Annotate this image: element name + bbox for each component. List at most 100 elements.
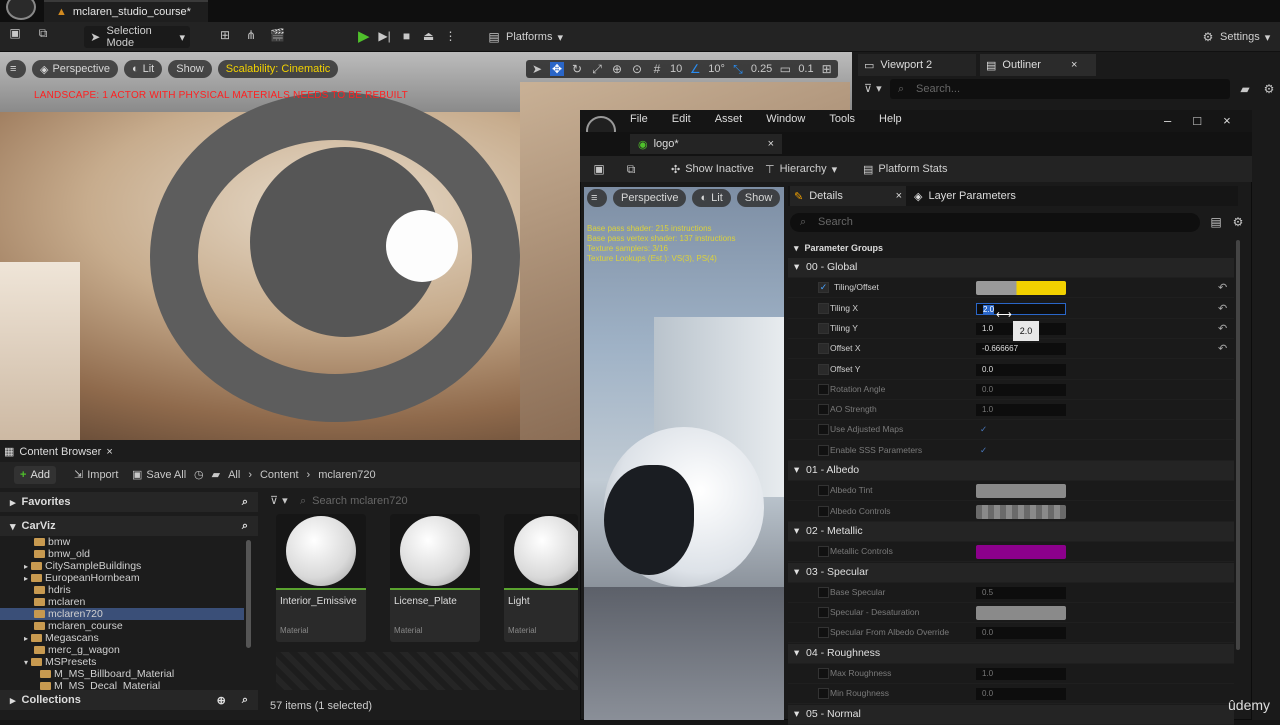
folder-add-icon[interactable]: ▰ xyxy=(1238,82,1252,96)
add-button[interactable]: + Add xyxy=(14,466,57,484)
settings-button[interactable]: ⚙ Settings ▾ xyxy=(1196,26,1275,48)
grid-icon[interactable]: # xyxy=(650,62,664,76)
asset-tile[interactable]: Light Material xyxy=(504,514,578,642)
folder-icon[interactable]: ▰ xyxy=(212,468,220,481)
override-checkbox[interactable] xyxy=(818,505,829,517)
search-icon[interactable]: ⌕ xyxy=(242,496,248,509)
scalability-button[interactable]: Scalability: Cinematic xyxy=(217,60,339,78)
parameter-row[interactable]: Offset X -0.666667 ↶ xyxy=(788,339,1234,360)
menu-asset[interactable]: Asset xyxy=(715,113,743,125)
color-swatch[interactable] xyxy=(976,606,1066,621)
override-checkbox[interactable] xyxy=(818,363,829,375)
close-icon[interactable]: × xyxy=(1223,113,1231,128)
parameter-group-row[interactable]: ▾ 00 - Global xyxy=(788,258,1234,278)
tab-details[interactable]: ✎ Details × xyxy=(790,186,906,206)
checkbox-checked-icon[interactable]: ✓ xyxy=(980,445,987,456)
parameter-row[interactable]: Enable SSS Parameters ✓ xyxy=(788,441,1234,461)
outliner-search-input[interactable]: ⌕ Search... xyxy=(890,79,1230,99)
reset-icon[interactable]: ↶ xyxy=(1218,281,1227,294)
override-checkbox[interactable] xyxy=(818,322,829,334)
override-checkbox[interactable] xyxy=(818,607,829,619)
camera-speed-icon[interactable]: ▭ xyxy=(778,62,792,76)
search-icon[interactable]: ⌕ xyxy=(242,694,248,707)
scale-snap-value[interactable]: 0.25 xyxy=(751,63,772,75)
parameter-value-input[interactable]: 0.5 xyxy=(976,586,1066,599)
save-icon[interactable]: ▣ xyxy=(8,26,22,40)
preview-perspective-button[interactable]: Perspective xyxy=(613,189,687,207)
hamburger-icon[interactable]: ≡ xyxy=(6,60,26,78)
parameter-row[interactable]: Specular - Desaturation xyxy=(788,603,1234,624)
selection-mode-button[interactable]: ➤ Selection Mode ▾ xyxy=(84,25,190,49)
collections-header[interactable]: ▸ Collections ⊕ ⌕ xyxy=(0,690,258,710)
more-icon[interactable]: ⋮ xyxy=(444,29,458,43)
parameter-row[interactable]: Use Adjusted Maps ✓ xyxy=(788,420,1234,441)
override-checkbox[interactable] xyxy=(818,668,829,679)
tree-item-mspresets[interactable]: ▾ MSPresets xyxy=(0,656,258,668)
parameter-value-input[interactable]: 0.0 xyxy=(976,383,1066,396)
parameter-value-input[interactable]: 2.0 xyxy=(976,302,1066,315)
asset-search-input[interactable]: ⌕ Search mclaren720 xyxy=(300,492,578,510)
color-swatch[interactable] xyxy=(976,504,1066,519)
parameter-groups-header[interactable]: ▾ Parameter Groups xyxy=(788,240,1238,256)
tab-layer-parameters[interactable]: ◈ Layer Parameters xyxy=(914,186,1054,206)
close-icon[interactable]: × xyxy=(896,190,902,202)
tree-item-hdris[interactable]: hdris xyxy=(0,584,258,596)
view-options-icon[interactable]: ▤ xyxy=(1209,215,1223,229)
asset-filter[interactable]: ⊽ ▾ xyxy=(270,494,288,507)
tree-item-decal-material[interactable]: M_MS_Decal_Material xyxy=(0,680,258,690)
tab-logo[interactable]: ◉ logo* × xyxy=(630,134,782,154)
menu-file[interactable]: File xyxy=(630,113,648,125)
scale-icon[interactable]: ⤢ xyxy=(590,62,604,76)
add-collection-icon[interactable]: ⊕ xyxy=(217,694,226,707)
tree-item-mclaren720[interactable]: mclaren720 xyxy=(0,608,244,620)
reset-icon[interactable]: ↶ xyxy=(1218,302,1227,315)
tree-scrollbar[interactable] xyxy=(246,540,251,648)
perspective-button[interactable]: ◈ Perspective xyxy=(32,60,118,78)
platform-stats-button[interactable]: ▤ Platform Stats xyxy=(858,158,952,180)
tree-item-europeanhornbeam[interactable]: ▸ EuropeanHornbeam xyxy=(0,572,258,584)
eject-icon[interactable]: ⏏ xyxy=(422,29,436,43)
tree-item-megascans[interactable]: ▸ Megascans xyxy=(0,632,258,644)
parameter-group-row[interactable]: ▾ 02 - Metallic xyxy=(788,521,1234,542)
parameter-row[interactable]: Metallic Controls xyxy=(788,542,1234,563)
override-checkbox[interactable] xyxy=(818,343,829,355)
asset-tile[interactable]: License_Plate Material xyxy=(390,514,480,642)
blueprint-icon[interactable]: ⋔ xyxy=(244,28,258,42)
override-checkbox[interactable] xyxy=(818,383,829,395)
parameter-row[interactable]: Albedo Tint xyxy=(788,481,1234,502)
rotate-icon[interactable]: ↻ xyxy=(570,62,584,76)
step-icon[interactable]: ▶| xyxy=(378,29,392,43)
menu-window[interactable]: Window xyxy=(766,113,805,125)
menu-tools[interactable]: Tools xyxy=(829,113,855,125)
platforms-button[interactable]: ▤ Platforms ▾ xyxy=(482,26,568,48)
parameter-value-input[interactable]: 1.0 xyxy=(976,404,1066,417)
stop-icon[interactable]: ■ xyxy=(400,29,414,43)
add-actor-icon[interactable]: ⊞ xyxy=(218,28,232,42)
gear-icon[interactable]: ⚙ xyxy=(1231,215,1245,229)
parameter-value-input[interactable]: 0.0 xyxy=(976,688,1066,701)
reset-icon[interactable]: ↶ xyxy=(1218,322,1227,335)
breadcrumb-mclaren720[interactable]: mclaren720 xyxy=(318,469,375,481)
tree-item-bmw-old[interactable]: bmw_old xyxy=(0,548,258,560)
carviz-header[interactable]: ▾ CarViz ⌕ xyxy=(0,516,258,536)
level-tab[interactable]: ▲ mclaren_studio_course* xyxy=(44,0,208,22)
details-scrollbar[interactable] xyxy=(1236,240,1240,650)
select-icon[interactable]: ➤ xyxy=(530,62,544,76)
maximize-icon[interactable]: □ xyxy=(1193,113,1201,128)
search-icon[interactable]: ⌕ xyxy=(242,520,248,533)
browse-icon[interactable]: ⧉ xyxy=(624,162,638,176)
override-checkbox[interactable] xyxy=(818,627,829,639)
override-checkbox[interactable] xyxy=(818,688,829,700)
override-checkbox[interactable] xyxy=(818,424,829,436)
lit-button[interactable]: ◐ Lit xyxy=(123,60,163,78)
content-icon[interactable]: ⧉ xyxy=(36,26,50,40)
tree-item-mclaren-course[interactable]: mclaren_course xyxy=(0,620,258,632)
tree-item-merc-g-wagon[interactable]: merc_g_wagon xyxy=(0,644,258,656)
override-checkbox[interactable] xyxy=(818,485,829,497)
override-checkbox[interactable] xyxy=(818,444,829,456)
close-icon[interactable]: × xyxy=(106,446,112,458)
reset-icon[interactable]: ↶ xyxy=(1218,342,1227,355)
asset-tile[interactable]: Interior_Emissive Material xyxy=(276,514,366,642)
parameter-row[interactable]: Rotation Angle 0.0 xyxy=(788,380,1234,400)
close-icon[interactable]: × xyxy=(768,138,774,150)
